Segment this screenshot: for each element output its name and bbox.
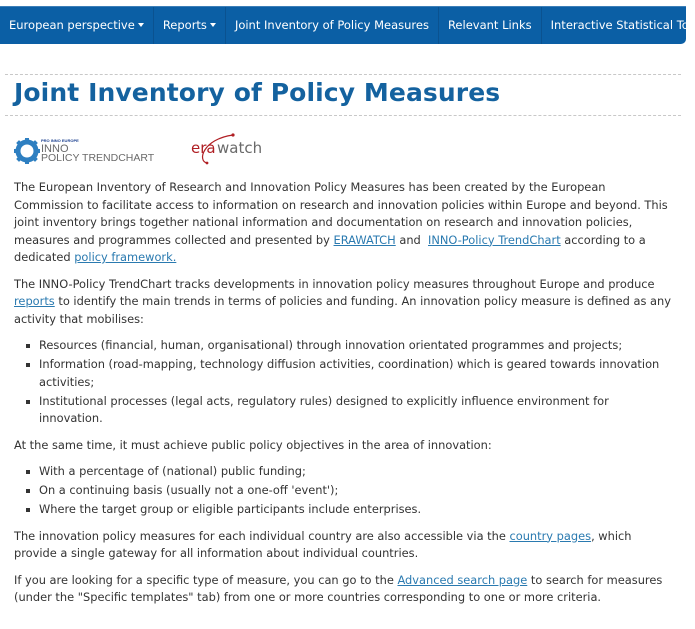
main-content: The European Inventory of Research and I… [14,179,674,616]
nav-label: Relevant Links [447,18,532,32]
country-pages-link[interactable]: country pages [509,529,591,543]
country-paragraph: The innovation policy measures for each … [14,528,632,561]
advanced-search-link[interactable]: Advanced search page [397,573,527,587]
svg-text:watch: watch [217,139,262,157]
inno-policy-trendchart-link[interactable]: INNO-Policy TrendChart [428,233,561,247]
nav-joint-inventory[interactable]: Joint Inventory of Policy Measures [226,6,439,44]
list-item: Where the target group or eligible parti… [26,501,674,519]
erawatch-logo[interactable]: era watch [189,131,269,167]
page-title: Joint Inventory of Policy Measures [14,78,501,107]
gear-icon [14,138,40,164]
caret-down-icon [209,23,216,27]
list-item: Resources (financial, human, organisatio… [26,337,674,355]
nav-european-perspective[interactable]: European perspective [0,6,154,44]
reports-link[interactable]: reports [14,294,55,308]
nav-reports[interactable]: Reports [154,6,226,44]
divider-top [5,74,681,75]
list-item: Information (road-mapping, technology di… [26,356,674,391]
divider-bottom [5,115,681,116]
mobilises-list: Resources (financial, human, organisatio… [14,337,674,428]
objectives-paragraph: At the same time, it must achieve public… [14,437,492,452]
nav-relevant-links[interactable]: Relevant Links [439,6,542,44]
nav-label: European perspective [9,18,135,32]
nav-label: Reports [162,18,207,32]
list-item: With a percentage of (national) public f… [26,463,674,481]
svg-text:POLICY TRENDCHART: POLICY TRENDCHART [41,152,155,164]
list-item: Institutional processes (legal acts, reg… [26,393,674,428]
erawatch-link[interactable]: ERAWATCH [334,233,396,247]
main-navbar: European perspective Reports Joint Inven… [0,6,695,44]
inno-policy-trendchart-logo[interactable]: PRO INNO EUROPE INNO POLICY TRENDCHART [14,134,159,168]
svg-text:era: era [191,139,216,157]
intro-paragraph: The European Inventory of Research and I… [14,180,668,264]
nav-label: Joint Inventory of Policy Measures [234,18,429,32]
nav-interactive-statistical-tool[interactable]: Interactive Statistical Tool [542,6,695,44]
objectives-list: With a percentage of (national) public f… [14,463,674,519]
list-item: On a continuing basis (usually not a one… [26,482,674,500]
search-paragraph: If you are looking for a specific type o… [14,572,663,605]
trendchart-paragraph: The INNO-Policy TrendChart tracks develo… [14,276,671,326]
caret-down-icon [137,23,144,27]
policy-framework-link[interactable]: policy framework. [74,250,176,264]
nav-label: Interactive Statistical Tool [550,18,695,32]
